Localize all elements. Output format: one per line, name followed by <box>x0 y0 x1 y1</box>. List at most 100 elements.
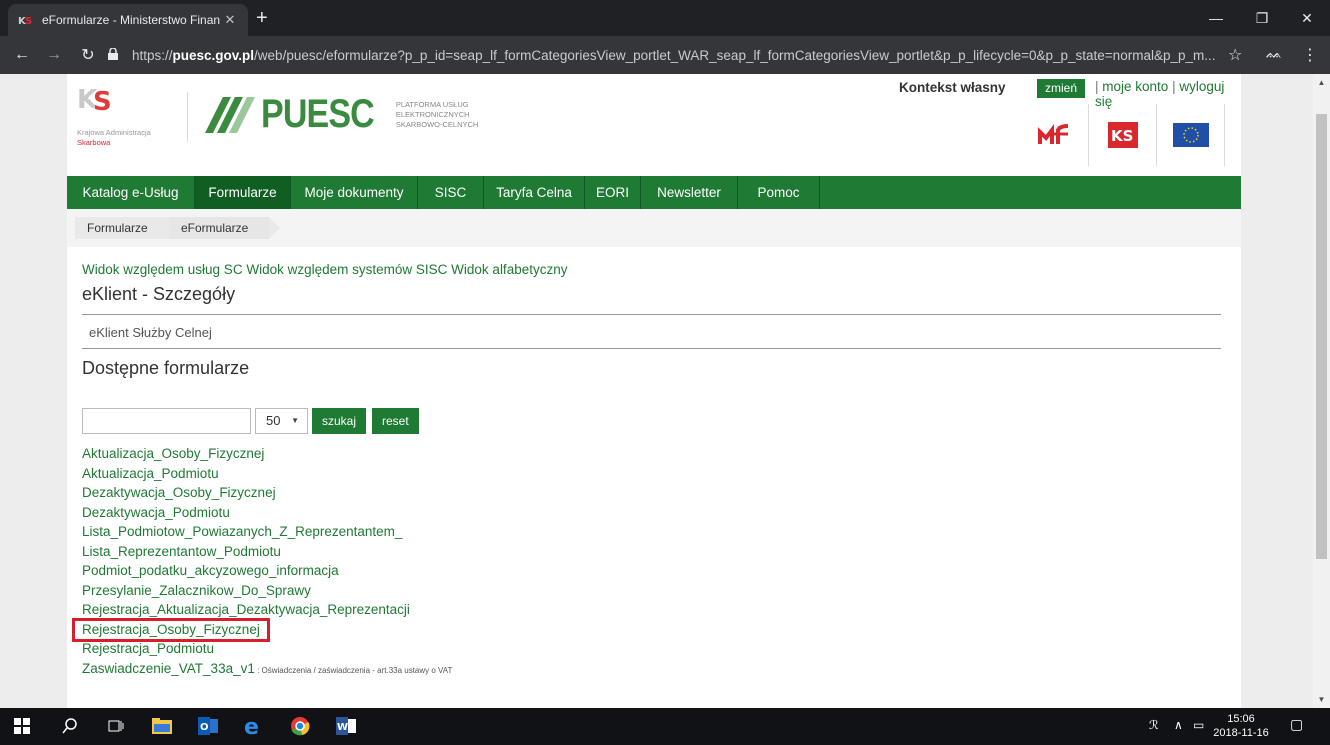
word-icon[interactable]: W <box>334 714 358 738</box>
nav-eori[interactable]: EORI <box>585 176 641 209</box>
task-view-icon[interactable] <box>104 714 128 738</box>
eu-flag-icon[interactable] <box>1157 104 1225 166</box>
outlook-icon[interactable]: O <box>196 714 220 738</box>
people-icon[interactable]: ℛ <box>1149 718 1159 732</box>
main-nav: Katalog e-Usług Formularze Moje dokument… <box>67 176 1241 209</box>
kas-line1: Krajowa Administracja <box>77 128 151 137</box>
back-icon[interactable]: ← <box>10 43 34 67</box>
search-input[interactable] <box>82 408 251 434</box>
url-path: /web/puesc/eformularze?p_p_id=seap_lf_fo… <box>254 47 1216 63</box>
taskbar: O e W ℛ ∧ ▭ 15:06 2018-11-16 ▢ <box>0 708 1330 745</box>
new-tab-icon[interactable]: + <box>256 8 268 28</box>
url-host: puesc.gov.pl <box>172 47 255 63</box>
nav-katalog[interactable]: Katalog e-Usług <box>67 176 195 209</box>
breadcrumb: Formularze eFormularze <box>67 209 1241 247</box>
kas-small-logo-icon[interactable]: KS <box>1089 104 1157 166</box>
svg-text:e: e <box>244 716 259 736</box>
view-services-link[interactable]: Widok względem usług SC <box>82 262 243 277</box>
restore-icon[interactable]: ❐ <box>1239 0 1285 36</box>
scroll-up-icon[interactable]: ▲ <box>1313 74 1330 91</box>
windows-start-icon[interactable] <box>10 714 34 738</box>
tab-close-icon[interactable]: ✕ <box>222 12 238 28</box>
puesc-logo[interactable]: PUESC PLATFORMA USŁUG ELEKTRONICZNYCH SK… <box>205 92 478 137</box>
svg-text:KS: KS <box>1111 127 1133 145</box>
puesc-word: PUESC <box>261 92 375 136</box>
battery-icon[interactable]: ▭ <box>1193 718 1204 732</box>
extension-icon[interactable]: ᨐ <box>1266 45 1282 62</box>
reload-icon[interactable]: ↻ <box>76 43 100 67</box>
browser-tabbar: KS eFormularze - Ministerstwo Finan ✕ + … <box>0 0 1330 36</box>
kas-logo[interactable]: K S Krajowa Administracja Skarbowa <box>77 82 187 147</box>
nav-pomoc[interactable]: Pomoc <box>738 176 820 209</box>
brand-divider <box>187 92 188 142</box>
url-prefix: https:// <box>132 47 173 63</box>
my-account-link[interactable]: moje konto <box>1102 79 1168 94</box>
divider <box>82 348 1221 349</box>
system-clock[interactable]: 15:06 2018-11-16 <box>1213 712 1269 740</box>
form-link[interactable]: Przesylanie_Zalacznikow_Do_Sprawy <box>82 583 452 603</box>
browser-menu-icon[interactable]: ⋮ <box>1302 45 1318 65</box>
scrollbar-thumb[interactable] <box>1316 114 1327 559</box>
change-context-button[interactable]: zmień <box>1037 79 1086 98</box>
tab-title: eFormularze - Ministerstwo Finan <box>42 13 221 27</box>
form-link[interactable]: Lista_Reprezentantow_Podmiotu <box>82 544 452 564</box>
form-link[interactable]: Aktualizacja_Osoby_Fizycznej <box>82 446 452 466</box>
bookmark-star-icon[interactable]: ☆ <box>1228 45 1242 65</box>
form-link[interactable]: Rejestracja_Podmiotu <box>82 641 452 661</box>
file-explorer-icon[interactable] <box>150 714 174 738</box>
form-link[interactable]: Dezaktywacja_Osoby_Fizycznej <box>82 485 452 505</box>
window-close-icon[interactable]: ✕ <box>1284 0 1330 36</box>
page-content: K S Krajowa Administracja Skarbowa PUESC… <box>67 74 1241 708</box>
view-links: Widok względem usług SC Widok względem s… <box>82 262 567 277</box>
form-link[interactable]: Dezaktywacja_Podmiotu <box>82 505 452 525</box>
divider <box>82 314 1221 315</box>
puesc-tagline-3: SKARBOWO-CELNYCH <box>395 119 479 129</box>
minimize-icon[interactable]: — <box>1193 0 1239 36</box>
nav-newsletter[interactable]: Newsletter <box>641 176 738 209</box>
form-link[interactable]: Zaswiadczenie_VAT_33a_v1 <box>82 661 255 676</box>
reset-button[interactable]: reset <box>372 408 419 434</box>
form-link[interactable]: Lista_Podmiotow_Powiazanych_Z_Reprezenta… <box>82 524 452 544</box>
highlight-box <box>72 618 270 642</box>
page-scrollbar[interactable]: ▲ ▼ <box>1313 74 1330 708</box>
notification-icon[interactable]: ▢ <box>1290 716 1303 733</box>
kas-line2: Skarbowa <box>77 138 111 147</box>
browser-toolbar: ← → ↻ https:// puesc.gov.pl /web/puesc/e… <box>0 36 1330 74</box>
edge-icon[interactable]: e <box>242 714 266 738</box>
search-icon[interactable] <box>58 714 82 738</box>
breadcrumb-formularze[interactable]: Formularze <box>75 217 180 239</box>
scroll-down-icon[interactable]: ▼ <box>1313 691 1330 708</box>
address-bar[interactable]: https:// puesc.gov.pl /web/puesc/eformul… <box>108 41 1248 69</box>
browser-tab[interactable]: KS eFormularze - Ministerstwo Finan ✕ <box>8 4 248 36</box>
form-link-last: Zaswiadczenie_VAT_33a_v1 : Oświadczenia … <box>82 661 452 681</box>
search-button[interactable]: szukaj <box>312 408 367 434</box>
svg-text:W: W <box>337 722 348 733</box>
details-title: eKlient - Szczegóły <box>82 284 236 304</box>
nav-taryfa-celna[interactable]: Taryfa Celna <box>484 176 585 209</box>
view-systems-link[interactable]: Widok względem systemów SISC <box>246 262 447 277</box>
nav-sisc[interactable]: SISC <box>418 176 484 209</box>
chrome-icon[interactable] <box>288 714 312 738</box>
svg-text:S: S <box>93 87 112 117</box>
lock-icon <box>108 46 124 63</box>
chevron-down-icon: ▼ <box>291 416 299 425</box>
view-alpha-link[interactable]: Widok alfabetyczny <box>451 262 567 277</box>
form-description: : Oświadczenia / zaświadczenia - art.33a… <box>254 665 453 675</box>
available-forms-title: Dostępne formularze <box>82 358 250 378</box>
forms-list: Aktualizacja_Osoby_Fizycznej Aktualizacj… <box>82 446 452 680</box>
context-label: Kontekst własny <box>899 80 1006 95</box>
per-page-select[interactable]: 50 ▼ <box>255 408 308 434</box>
details-subtitle: eKlient Służby Celnej <box>89 325 212 340</box>
nav-formularze[interactable]: Formularze <box>195 176 291 209</box>
per-page-value: 50 <box>266 413 281 428</box>
mf-logo-icon[interactable] <box>1021 104 1089 166</box>
form-link[interactable]: Podmiot_podatku_akcyzowego_informacja <box>82 563 452 583</box>
breadcrumb-eformularze[interactable]: eFormularze <box>169 217 280 239</box>
svg-text:O: O <box>200 722 209 733</box>
puesc-tagline-1: PLATFORMA USŁUG <box>395 99 469 109</box>
form-link[interactable]: Aktualizacja_Podmiotu <box>82 466 452 486</box>
forward-icon[interactable]: → <box>42 43 66 67</box>
nav-moje-dokumenty[interactable]: Moje dokumenty <box>291 176 418 209</box>
tray-chevron-up-icon[interactable]: ∧ <box>1174 718 1183 732</box>
kas-favicon-icon: KS <box>18 13 34 27</box>
